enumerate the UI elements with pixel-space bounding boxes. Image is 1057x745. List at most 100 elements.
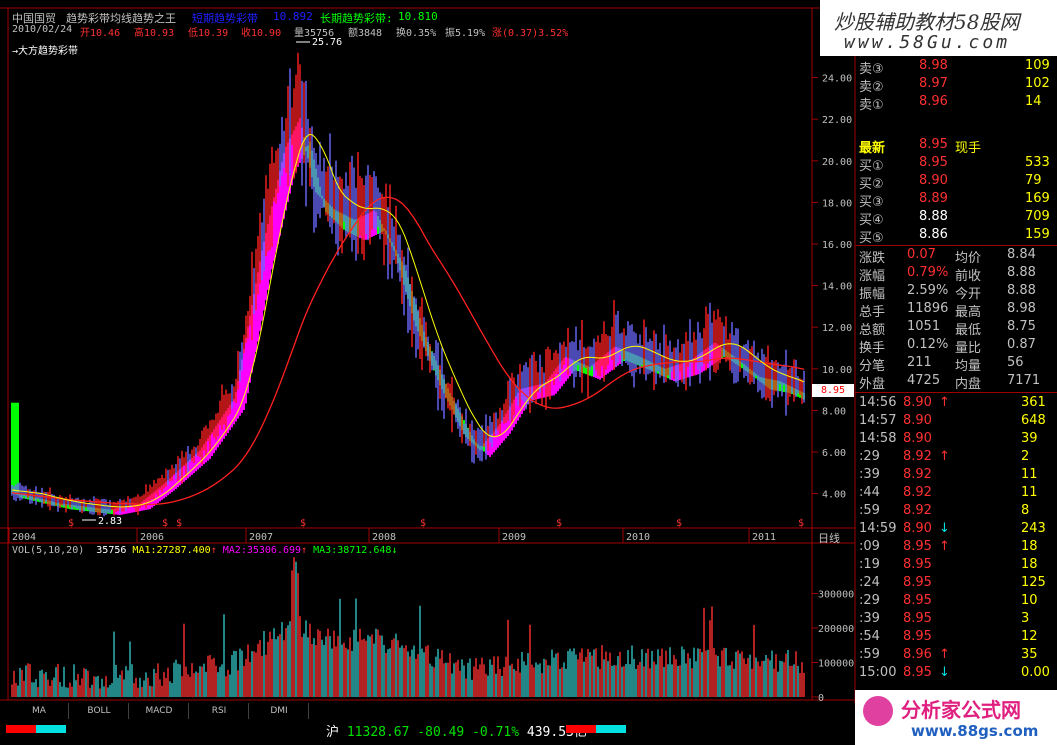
- status-down-bar: [36, 725, 66, 733]
- stat-label-2: 最低: [955, 323, 982, 338]
- stat-value-2: 8.75: [1007, 319, 1036, 334]
- vol-ma3: MA3:38712.648: [313, 545, 392, 556]
- price-tick-label: 22.00: [822, 115, 852, 126]
- stat-label-2: 今开: [955, 287, 982, 302]
- tab-macd[interactable]: MACD: [130, 703, 189, 719]
- stat-value: 211: [907, 355, 932, 370]
- volume-axis: 3000002000001000000: [812, 590, 854, 704]
- stat-value-2: 8.88: [1007, 265, 1036, 280]
- price-tick-label: 6.00: [822, 448, 846, 459]
- stat-value-2: 0.87: [1007, 337, 1036, 352]
- stat-row: 总手 11896 最高 8.98: [855, 301, 1057, 320]
- tick-price: 8.92: [903, 467, 932, 482]
- watermark-logo: 炒股辅助教材58股网 www.58Gu.com: [820, 0, 1057, 56]
- price-tick-label: 12.00: [822, 323, 852, 334]
- watermark-url: www.58Gu.com: [844, 32, 1011, 53]
- tick-row: :59 8.92 8: [855, 503, 1057, 521]
- buy-level-label: 买①: [859, 159, 884, 174]
- info-change: 涨(0.37)3.52%: [492, 28, 569, 39]
- tick-row: :54 8.95 12: [855, 629, 1057, 647]
- tick-price: 8.95: [903, 593, 932, 608]
- price-tick-label: 4.00: [822, 490, 846, 501]
- tab-dmi[interactable]: DMI: [250, 703, 309, 719]
- buy-level-volume: 533: [1025, 155, 1050, 170]
- watermark-bottom-url: www.88gs.com: [911, 722, 1039, 740]
- stat-value: 2.59%: [907, 283, 949, 298]
- vol-value: 35756: [96, 545, 127, 556]
- latest-row: 最新 8.95 现手: [855, 137, 1057, 156]
- stat-label: 涨幅: [859, 269, 886, 284]
- tick-row: :59 8.96 ↑ 35: [855, 647, 1057, 665]
- tick-row: :39 8.92 11: [855, 467, 1057, 485]
- tab-ma[interactable]: MA: [10, 703, 69, 719]
- tab-rsi[interactable]: RSI: [190, 703, 249, 719]
- quote-info-line: 2010/02/24 开10.46 高10.93 低10.39 收10.90 量…: [0, 24, 812, 39]
- time-tick-label: 2009: [502, 532, 526, 543]
- tick-volume: 0.00: [1021, 665, 1050, 680]
- tick-row: 14:58 8.90 39: [855, 431, 1057, 449]
- legend-note: →大方趋势彩带: [12, 46, 79, 57]
- buy-level-price: 8.88: [919, 209, 948, 224]
- stat-value: 4725: [907, 373, 941, 388]
- dividend-marker-icon: $: [162, 518, 168, 529]
- volume-bars: [11, 557, 805, 697]
- sell-level-row: 卖② 8.97 102: [855, 76, 1057, 95]
- buy-level-row: 买④ 8.88 709: [855, 209, 1057, 228]
- tick-price: 8.95: [903, 539, 932, 554]
- stat-row: 外盘 4725 内盘 7171: [855, 373, 1057, 392]
- tick-time: 14:58: [859, 431, 897, 446]
- tick-row: 14:59 8.90 ↓ 243: [855, 521, 1057, 539]
- dividend-marker-icon: $: [556, 518, 562, 529]
- dividend-marker-icon: $: [798, 518, 804, 529]
- tick-volume: 648: [1021, 413, 1046, 428]
- tick-time: 15:00: [859, 665, 897, 680]
- buy-level-row: 买⑤ 8.86 159: [855, 227, 1057, 246]
- tick-time: :59: [859, 647, 880, 662]
- stat-label: 振幅: [859, 287, 886, 302]
- tick-arrow-icon: ↑: [939, 647, 950, 662]
- legend-note-text: 大方趋势彩带: [18, 46, 79, 57]
- buy-level-volume: 159: [1025, 227, 1050, 242]
- time-tick-label: 2007: [249, 532, 273, 543]
- stat-value: 11896: [907, 301, 949, 316]
- panel-separator: [855, 392, 1057, 393]
- stat-row: 换手 0.12% 量比 0.87: [855, 337, 1057, 356]
- buy-level-volume: 169: [1025, 191, 1050, 206]
- price-tick-label: 16.00: [822, 240, 852, 251]
- tick-row: :19 8.95 18: [855, 557, 1057, 575]
- tick-time: :59: [859, 503, 880, 518]
- stat-label-2: 均价: [955, 251, 982, 266]
- stat-row: 涨跌 0.07 均价 8.84: [855, 247, 1057, 266]
- tick-time: :54: [859, 629, 880, 644]
- period-label[interactable]: 日线: [818, 530, 840, 546]
- dividend-marker-icon: $: [300, 518, 306, 529]
- info-high: 高10.93: [134, 28, 175, 39]
- stat-row: 振幅 2.59% 今开 8.88: [855, 283, 1057, 302]
- tick-volume: 10: [1021, 593, 1038, 608]
- tick-volume: 35: [1021, 647, 1038, 662]
- tick-volume: 18: [1021, 539, 1038, 554]
- volume-tick-label: 100000: [818, 659, 854, 670]
- tick-time: :09: [859, 539, 880, 554]
- tab-boll[interactable]: BOLL: [70, 703, 129, 719]
- short-band-value: 10.892: [273, 10, 313, 23]
- tick-volume: 243: [1021, 521, 1046, 536]
- time-tick-label: 2004: [12, 532, 36, 543]
- tick-time: :24: [859, 575, 880, 590]
- indicator-header: 中国国贸 趋势彩带均线趋势之王 短期趋势彩带 10.892 长期趋势彩带: 10…: [0, 0, 855, 25]
- tick-price: 8.90: [903, 431, 932, 446]
- sell-level-row: 卖① 8.96 14: [855, 94, 1057, 113]
- buy-level-label: 买③: [859, 195, 884, 210]
- stat-value: 0.07: [907, 247, 936, 262]
- tick-volume: 2: [1021, 449, 1030, 464]
- tick-arrow-icon: ↑: [939, 395, 950, 410]
- info-amount: 额3848: [348, 28, 383, 39]
- stat-label: 换手: [859, 341, 886, 356]
- index-summary: 沪 11328.67 -80.49 -0.71% 439.53亿: [326, 721, 587, 740]
- flower-icon: [863, 696, 893, 726]
- tick-arrow-icon: ↑: [939, 449, 950, 464]
- stat-label: 涨跌: [859, 251, 886, 266]
- sell-level-label: 卖①: [859, 98, 884, 113]
- latest-label: 最新: [859, 141, 886, 156]
- tick-row: :09 8.95 ↑ 18: [855, 539, 1057, 557]
